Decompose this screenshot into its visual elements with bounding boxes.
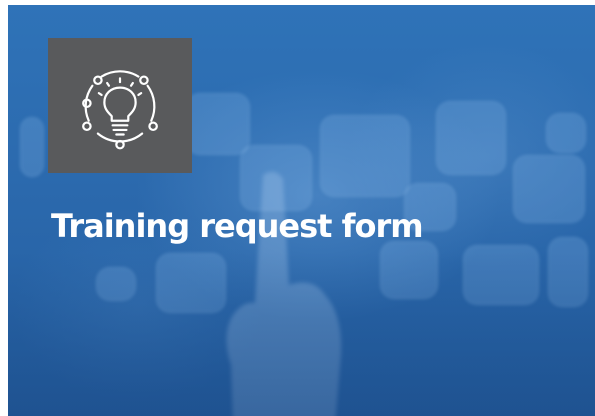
icon-box bbox=[48, 38, 192, 173]
training-request-card[interactable]: Training request form bbox=[8, 5, 595, 416]
card-title: Training request form bbox=[51, 207, 424, 245]
lightbulb-network-icon bbox=[82, 69, 158, 149]
